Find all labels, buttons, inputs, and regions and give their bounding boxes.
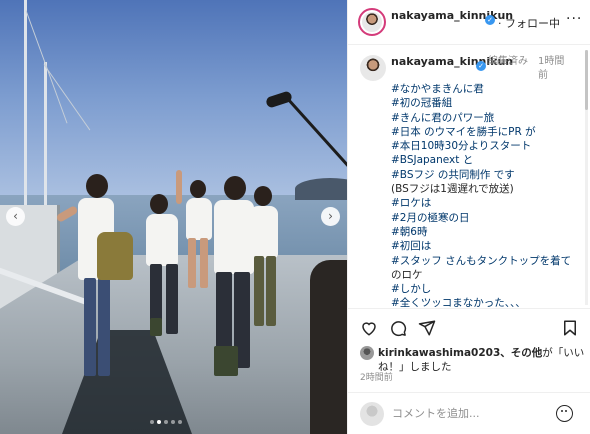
more-options-icon[interactable]: ··· bbox=[566, 11, 582, 27]
scrollbar-thumb[interactable] bbox=[585, 50, 588, 110]
carousel-dot bbox=[150, 420, 154, 424]
foreground-figure bbox=[310, 260, 347, 434]
hashtag-line[interactable]: #しかし bbox=[391, 282, 583, 296]
boom-microphone bbox=[264, 90, 294, 109]
post-timestamp[interactable]: 2時間前 bbox=[360, 370, 393, 383]
rope bbox=[43, 64, 91, 131]
hashtag-line[interactable]: #なかやまきんに君 bbox=[391, 82, 583, 96]
comment-input[interactable]: コメントを追加... bbox=[392, 405, 542, 423]
hashtag-line[interactable]: #ロケは bbox=[391, 196, 583, 210]
hashtag-line[interactable]: #初回は bbox=[391, 239, 583, 253]
caption-line: のロケ bbox=[391, 268, 423, 281]
verified-badge-icon: ✓ bbox=[485, 15, 495, 25]
boom-pole bbox=[285, 95, 347, 169]
action-bar bbox=[348, 308, 590, 344]
like-heart-icon[interactable] bbox=[360, 319, 378, 337]
carousel-dots bbox=[150, 420, 182, 424]
author-username[interactable]: nakayama_kinnikun bbox=[391, 9, 513, 23]
hashtag-line[interactable]: #2月の極寒の日 bbox=[391, 211, 583, 225]
carousel-dot bbox=[171, 420, 175, 424]
carousel-dot bbox=[164, 420, 168, 424]
follow-button[interactable]: · フォロー中 bbox=[498, 15, 560, 31]
caption-username[interactable]: nakayama_kinnikun bbox=[391, 55, 513, 69]
post-photo[interactable]: ‹ › bbox=[0, 0, 347, 434]
carousel-prev-button[interactable]: ‹ bbox=[6, 207, 25, 226]
carousel-next-button[interactable]: › bbox=[321, 207, 340, 226]
hashtag-line[interactable]: #日本 のウマイを勝手にPR が bbox=[391, 125, 583, 139]
hashtag-line[interactable]: #初の冠番組 bbox=[391, 96, 583, 110]
hashtag-line[interactable]: #BSフジ の共同制作 です bbox=[391, 168, 583, 182]
save-bookmark-icon[interactable] bbox=[561, 319, 579, 337]
follow-label: フォロー中 bbox=[505, 17, 560, 30]
caption-time: 1時間前 bbox=[538, 56, 565, 81]
hashtag-line[interactable]: #朝6時 bbox=[391, 225, 583, 239]
likes-others[interactable]: 、その他 bbox=[500, 347, 542, 359]
caption-text: #なかやまきんに君 #初の冠番組 #きんに君のパワー旅 #日本 のウマイを勝手にPR … bbox=[391, 82, 583, 308]
hashtag-line[interactable]: #全くツッコまなかった、、、 bbox=[391, 296, 583, 308]
caption-area: nakayama_kinnikun ✓ 編集済み 1時間前 #なかやまきんに君 #… bbox=[348, 46, 583, 308]
distant-hill bbox=[295, 178, 347, 200]
carousel-dot bbox=[157, 420, 161, 424]
liker-username[interactable]: kirinkawashima0203 bbox=[378, 347, 500, 359]
mast bbox=[24, 0, 27, 230]
author-avatar[interactable] bbox=[358, 8, 386, 36]
edited-label: 編集済み bbox=[488, 56, 528, 67]
caption-line: (BSフジは1週遅れで放送) bbox=[391, 183, 514, 196]
hashtag-line[interactable]: #きんに君のパワー旅 bbox=[391, 111, 583, 125]
verified-badge-icon: ✓ bbox=[476, 61, 486, 71]
likes-summary: kirinkawashima0203、その他が「いいね！」しました bbox=[360, 344, 588, 373]
post-header: nakayama_kinnikun ✓ · フォロー中 ··· bbox=[348, 0, 590, 45]
hashtag-line[interactable]: #本日10時30分よりスタート bbox=[391, 139, 583, 153]
carousel-dot bbox=[178, 420, 182, 424]
caption-scrollbar[interactable] bbox=[585, 50, 588, 305]
viewer-avatar bbox=[360, 402, 384, 426]
caption-avatar[interactable] bbox=[360, 55, 386, 81]
emoji-picker-icon[interactable] bbox=[556, 405, 573, 422]
likes-text[interactable]: kirinkawashima0203、その他が「いいね！」しました bbox=[378, 346, 588, 374]
post-side-panel: nakayama_kinnikun ✓ · フォロー中 ··· nakayama… bbox=[347, 0, 590, 434]
comment-bubble-icon[interactable] bbox=[389, 319, 407, 337]
share-send-icon[interactable] bbox=[418, 319, 436, 337]
hashtag-line[interactable]: #BSJapanext と bbox=[391, 153, 583, 167]
liker-avatar[interactable] bbox=[360, 346, 374, 360]
comment-bar: コメントを追加... bbox=[348, 392, 590, 434]
hashtag-line[interactable]: #スタッフ さんもタンクトップを着て bbox=[391, 254, 583, 268]
